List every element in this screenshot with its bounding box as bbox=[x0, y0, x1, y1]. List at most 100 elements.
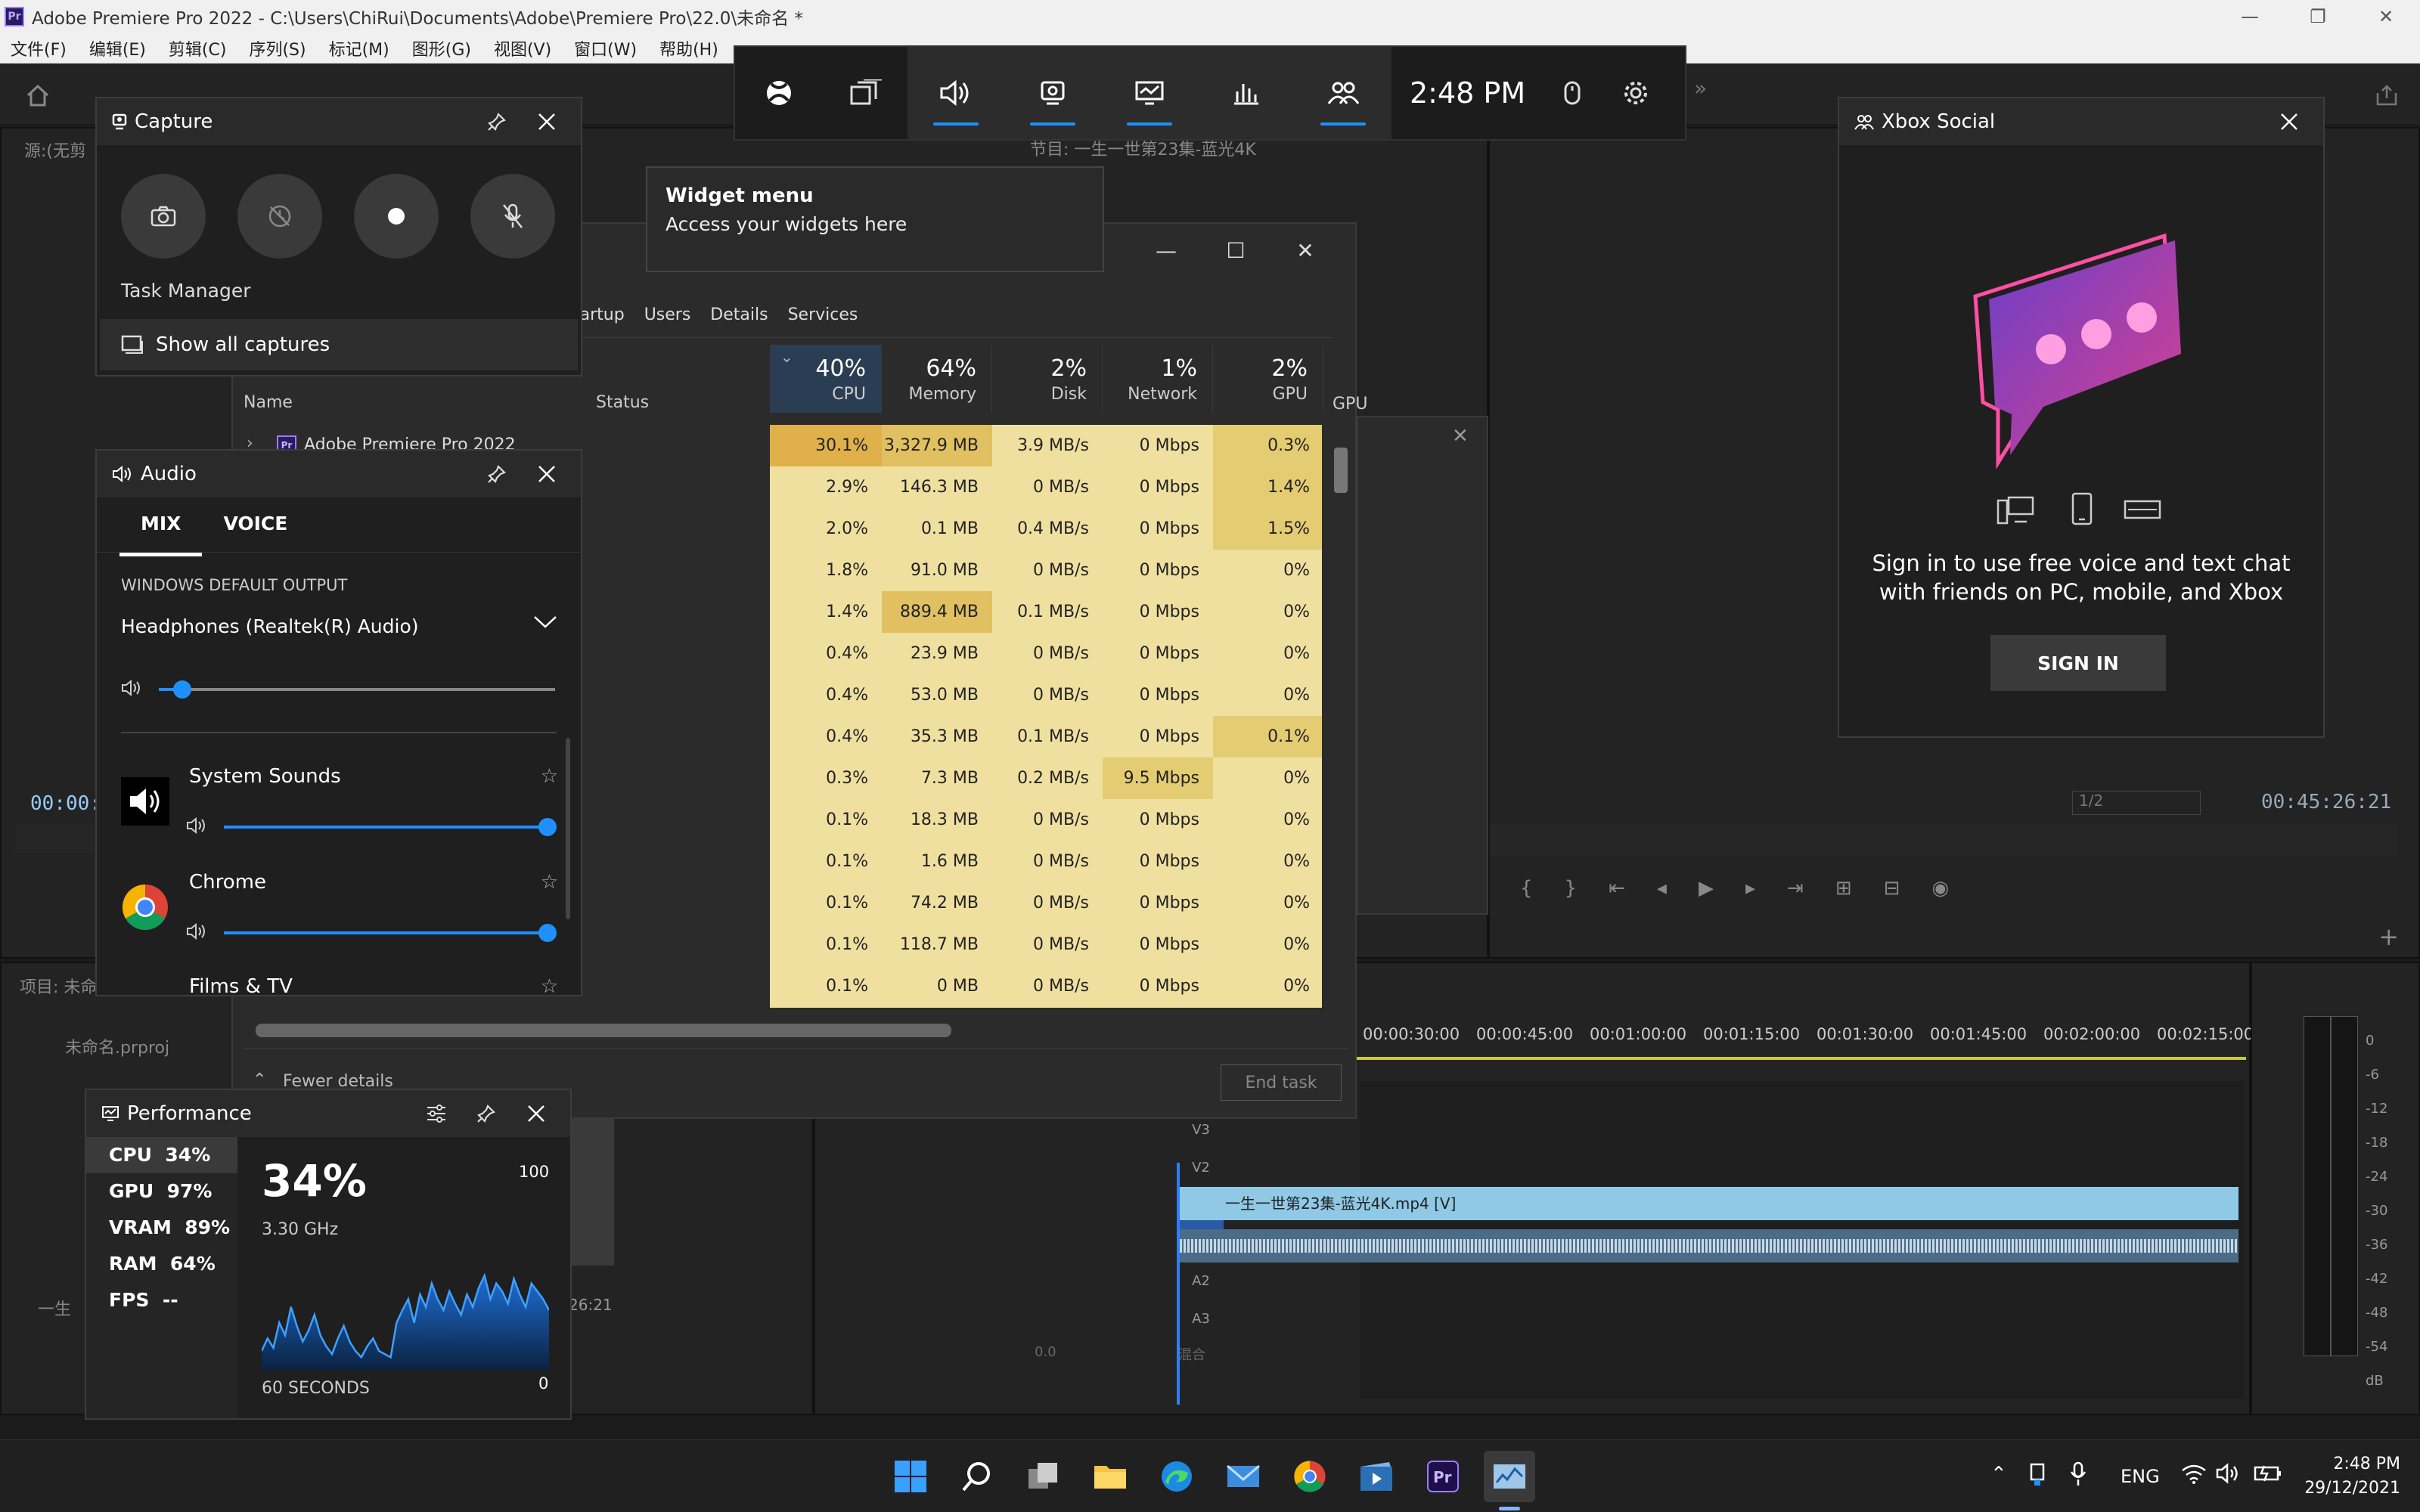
column-gpu[interactable]: 2% GPU bbox=[1213, 345, 1323, 413]
show-all-captures-button[interactable]: Show all captures bbox=[100, 319, 578, 370]
step-forward-icon[interactable]: ▸ bbox=[1745, 877, 1755, 900]
xbox-button[interactable] bbox=[735, 47, 823, 139]
audio-pin-button[interactable] bbox=[478, 455, 516, 493]
menu-clip[interactable]: 剪辑(C) bbox=[169, 36, 227, 60]
resources-widget-button[interactable] bbox=[1198, 47, 1295, 139]
file-explorer-button[interactable] bbox=[1084, 1451, 1136, 1502]
column-gpu-engine[interactable]: GPU bbox=[1333, 395, 1367, 414]
performance-pin-button[interactable] bbox=[467, 1095, 505, 1132]
films-tv-button[interactable] bbox=[1351, 1451, 1402, 1502]
tm-horizontal-scrollbar[interactable] bbox=[256, 1024, 951, 1037]
capture-widget-button[interactable] bbox=[1004, 47, 1101, 139]
task-manager-taskbar-button[interactable] bbox=[1484, 1451, 1535, 1502]
go-to-out-icon[interactable]: ⇥ bbox=[1787, 877, 1804, 900]
capture-pin-button[interactable] bbox=[478, 103, 516, 141]
menu-window[interactable]: 窗口(W) bbox=[574, 36, 637, 60]
capture-close-button[interactable] bbox=[528, 103, 566, 141]
performance-options-button[interactable] bbox=[417, 1095, 455, 1132]
audio-clip[interactable] bbox=[1180, 1229, 2238, 1263]
column-name[interactable]: Name bbox=[244, 393, 293, 412]
dialog-close-icon[interactable]: ✕ bbox=[1452, 425, 1469, 448]
go-to-in-icon[interactable]: ⇤ bbox=[1609, 877, 1625, 900]
favorite-star-icon[interactable]: ☆ bbox=[541, 765, 558, 788]
menu-file[interactable]: 文件(F) bbox=[11, 36, 67, 60]
screenshot-button[interactable] bbox=[121, 174, 206, 259]
minimize-button[interactable]: — bbox=[2216, 0, 2284, 33]
volume-icon[interactable] bbox=[2216, 1463, 2242, 1484]
tab-details[interactable]: Details bbox=[710, 305, 768, 324]
track-v2[interactable]: V2 bbox=[1178, 1149, 1224, 1187]
track-a3[interactable]: A3 bbox=[1178, 1300, 1224, 1338]
master-volume-slider[interactable] bbox=[173, 680, 192, 699]
system-sounds-volume-slider[interactable] bbox=[538, 818, 557, 836]
audio-scrollbar[interactable] bbox=[566, 738, 570, 919]
start-button[interactable] bbox=[885, 1451, 936, 1502]
insert-icon[interactable]: ⊞ bbox=[1835, 877, 1852, 900]
performance-close-button[interactable] bbox=[517, 1095, 555, 1132]
xbox-social-widget-button[interactable] bbox=[1295, 47, 1392, 139]
metric-fps[interactable]: FPS -- bbox=[86, 1282, 237, 1318]
column-status[interactable]: Status bbox=[596, 393, 649, 412]
metric-ram[interactable]: RAM 64% bbox=[86, 1246, 237, 1282]
fewer-details-icon[interactable]: ⌃ bbox=[253, 1070, 266, 1089]
master-volume-track[interactable] bbox=[159, 688, 555, 691]
settings-button[interactable] bbox=[1604, 47, 1668, 139]
column-cpu[interactable]: ⌄ 40% CPU bbox=[770, 345, 882, 413]
widget-menu-button[interactable] bbox=[823, 47, 908, 139]
menu-sequence[interactable]: 序列(S) bbox=[249, 36, 306, 60]
close-button[interactable]: ✕ bbox=[2352, 0, 2420, 33]
wifi-icon[interactable] bbox=[2181, 1463, 2207, 1484]
metric-vram[interactable]: VRAM 89% bbox=[86, 1210, 237, 1246]
tm-minimize-button[interactable]: — bbox=[1131, 231, 1201, 269]
video-clip[interactable]: 一生一世第23集-蓝光4K.mp4 [V] bbox=[1180, 1187, 2238, 1220]
tab-users[interactable]: Users bbox=[644, 305, 691, 324]
audio-widget-button[interactable] bbox=[908, 47, 1004, 139]
output-device-select[interactable]: Headphones (Realtek(R) Audio) bbox=[121, 615, 419, 637]
export-frame-icon[interactable]: ◉ bbox=[1931, 877, 1949, 900]
maximize-button[interactable]: ❐ bbox=[2284, 0, 2352, 33]
menu-help[interactable]: 帮助(H) bbox=[659, 36, 718, 60]
task-view-button[interactable] bbox=[1018, 1451, 1069, 1502]
menu-edit[interactable]: 编辑(E) bbox=[89, 36, 146, 60]
overwrite-icon[interactable]: ⊟ bbox=[1884, 877, 1900, 900]
clip-thumbnail[interactable] bbox=[569, 1099, 614, 1266]
master-volume-icon[interactable] bbox=[121, 679, 144, 697]
program-scrub-bar[interactable] bbox=[1490, 824, 2397, 857]
metric-gpu[interactable]: GPU 97% bbox=[86, 1173, 237, 1210]
mark-in-icon[interactable]: { bbox=[1520, 877, 1533, 900]
favorite-star-icon[interactable]: ☆ bbox=[541, 975, 558, 998]
home-icon[interactable] bbox=[23, 80, 53, 110]
audio-close-button[interactable] bbox=[528, 455, 566, 493]
end-task-button[interactable]: End task bbox=[1221, 1064, 1342, 1101]
sign-in-button[interactable]: SIGN IN bbox=[1990, 635, 2166, 691]
start-recording-button[interactable] bbox=[354, 174, 439, 259]
edge-button[interactable] bbox=[1151, 1451, 1202, 1502]
performance-widget-button[interactable] bbox=[1101, 47, 1198, 139]
column-network[interactable]: 1% Network bbox=[1103, 345, 1213, 413]
column-memory[interactable]: 64% Memory bbox=[882, 345, 992, 413]
usb-device-icon[interactable] bbox=[2028, 1461, 2046, 1487]
mouse-settings-button[interactable] bbox=[1540, 47, 1604, 139]
chevron-down-icon[interactable] bbox=[532, 612, 558, 631]
battery-icon[interactable] bbox=[2254, 1463, 2282, 1484]
taskbar-search-button[interactable] bbox=[951, 1451, 1003, 1502]
track-a2[interactable]: A2 bbox=[1178, 1263, 1224, 1300]
tab-services[interactable]: Services bbox=[788, 305, 858, 324]
tm-close-button[interactable]: ✕ bbox=[1270, 231, 1340, 269]
show-hidden-icons-icon[interactable]: ⌃ bbox=[1990, 1463, 2007, 1486]
xbox-social-close-button[interactable] bbox=[2270, 103, 2308, 141]
mic-toggle-button[interactable] bbox=[470, 174, 555, 259]
play-icon[interactable]: ▶ bbox=[1699, 877, 1714, 900]
chrome-volume-slider[interactable] bbox=[538, 924, 557, 942]
tm-maximize-button[interactable]: ☐ bbox=[1201, 231, 1270, 269]
system-sounds-volume-icon[interactable] bbox=[186, 816, 209, 835]
mark-out-icon[interactable]: } bbox=[1565, 877, 1578, 900]
chrome-taskbar-button[interactable] bbox=[1284, 1451, 1336, 1502]
favorite-star-icon[interactable]: ☆ bbox=[541, 871, 558, 894]
premiere-taskbar-button[interactable]: Pr bbox=[1417, 1451, 1469, 1502]
input-language[interactable]: ENG bbox=[2121, 1466, 2160, 1487]
menu-view[interactable]: 视图(V) bbox=[494, 36, 551, 60]
tab-voice[interactable]: VOICE bbox=[202, 513, 309, 556]
zoom-select[interactable]: 1/2 bbox=[2072, 791, 2201, 815]
source-monitor-tab[interactable]: 源:(无剪 bbox=[24, 138, 86, 162]
